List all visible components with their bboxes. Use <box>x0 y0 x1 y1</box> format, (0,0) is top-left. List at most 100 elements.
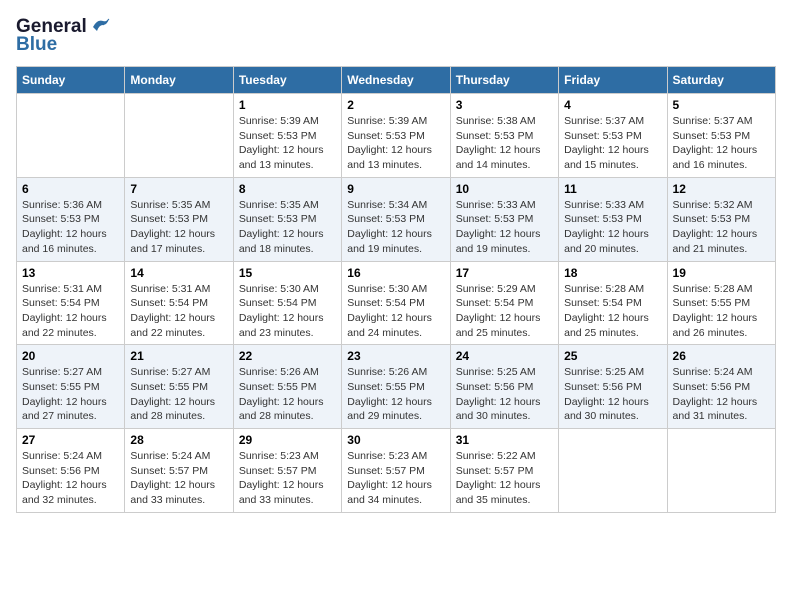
calendar-cell <box>17 94 125 178</box>
day-info: Sunrise: 5:22 AMSunset: 5:57 PMDaylight:… <box>456 449 553 508</box>
day-number: 29 <box>239 433 336 447</box>
calendar-cell: 6Sunrise: 5:36 AMSunset: 5:53 PMDaylight… <box>17 177 125 261</box>
week-row-1: 1 Sunrise: 5:39 AMSunset: 5:53 PMDaylight… <box>17 94 776 178</box>
week-row-4: 20 Sunrise: 5:27 AMSunset: 5:55 PMDayligh… <box>17 345 776 429</box>
logo-bird-icon <box>89 17 111 37</box>
day-number: 13 <box>22 266 119 280</box>
day-number: 28 <box>130 433 227 447</box>
day-number: 1 <box>239 98 336 112</box>
calendar-cell: 5Sunrise: 5:37 AMSunset: 5:53 PMDaylight… <box>667 94 775 178</box>
day-number: 4 <box>564 98 661 112</box>
day-info: Sunrise: 5:24 AMSunset: 5:56 PMDaylight:… <box>673 365 770 424</box>
day-info: Sunrise: 5:39 AMSunset: 5:53 PMDaylight:… <box>239 114 336 173</box>
calendar-cell: 29 Sunrise: 5:23 AMSunset: 5:57 PMDayligh… <box>233 429 341 513</box>
day-number: 14 <box>130 266 227 280</box>
calendar-cell: 13 Sunrise: 5:31 AMSunset: 5:54 PMDayligh… <box>17 261 125 345</box>
calendar-cell: 24 Sunrise: 5:25 AMSunset: 5:56 PMDayligh… <box>450 345 558 429</box>
day-info: Sunrise: 5:36 AMSunset: 5:53 PMDaylight:… <box>22 198 119 257</box>
day-info: Sunrise: 5:30 AMSunset: 5:54 PMDaylight:… <box>239 282 336 341</box>
day-info: Sunrise: 5:26 AMSunset: 5:55 PMDaylight:… <box>347 365 444 424</box>
day-number: 20 <box>22 349 119 363</box>
calendar-cell: 12 Sunrise: 5:32 AMSunset: 5:53 PMDayligh… <box>667 177 775 261</box>
day-number: 5 <box>673 98 770 112</box>
logo: General Blue <box>16 16 111 56</box>
column-header-wednesday: Wednesday <box>342 67 450 94</box>
day-number: 3 <box>456 98 553 112</box>
day-number: 15 <box>239 266 336 280</box>
day-number: 12 <box>673 182 770 196</box>
day-info: Sunrise: 5:31 AMSunset: 5:54 PMDaylight:… <box>22 282 119 341</box>
day-info: Sunrise: 5:27 AMSunset: 5:55 PMDaylight:… <box>130 365 227 424</box>
calendar-cell: 3 Sunrise: 5:38 AMSunset: 5:53 PMDaylight… <box>450 94 558 178</box>
day-info: Sunrise: 5:25 AMSunset: 5:56 PMDaylight:… <box>456 365 553 424</box>
day-info: Sunrise: 5:28 AMSunset: 5:55 PMDaylight:… <box>673 282 770 341</box>
calendar-cell: 23 Sunrise: 5:26 AMSunset: 5:55 PMDayligh… <box>342 345 450 429</box>
calendar-cell: 30 Sunrise: 5:23 AMSunset: 5:57 PMDayligh… <box>342 429 450 513</box>
day-number: 10 <box>456 182 553 196</box>
day-number: 9 <box>347 182 444 196</box>
day-info: Sunrise: 5:28 AMSunset: 5:54 PMDaylight:… <box>564 282 661 341</box>
day-info: Sunrise: 5:26 AMSunset: 5:55 PMDaylight:… <box>239 365 336 424</box>
column-header-friday: Friday <box>559 67 667 94</box>
calendar-cell: 25 Sunrise: 5:25 AMSunset: 5:56 PMDayligh… <box>559 345 667 429</box>
calendar-cell: 16 Sunrise: 5:30 AMSunset: 5:54 PMDayligh… <box>342 261 450 345</box>
calendar-cell: 27 Sunrise: 5:24 AMSunset: 5:56 PMDayligh… <box>17 429 125 513</box>
day-info: Sunrise: 5:35 AMSunset: 5:53 PMDaylight:… <box>130 198 227 257</box>
page-header: General Blue <box>16 16 776 56</box>
calendar-cell: 31 Sunrise: 5:22 AMSunset: 5:57 PMDayligh… <box>450 429 558 513</box>
day-number: 19 <box>673 266 770 280</box>
day-info: Sunrise: 5:23 AMSunset: 5:57 PMDaylight:… <box>239 449 336 508</box>
calendar-cell: 9 Sunrise: 5:34 AMSunset: 5:53 PMDaylight… <box>342 177 450 261</box>
day-number: 17 <box>456 266 553 280</box>
day-number: 22 <box>239 349 336 363</box>
day-info: Sunrise: 5:24 AMSunset: 5:56 PMDaylight:… <box>22 449 119 508</box>
day-number: 18 <box>564 266 661 280</box>
day-info: Sunrise: 5:25 AMSunset: 5:56 PMDaylight:… <box>564 365 661 424</box>
day-number: 25 <box>564 349 661 363</box>
calendar-cell: 26 Sunrise: 5:24 AMSunset: 5:56 PMDayligh… <box>667 345 775 429</box>
day-info: Sunrise: 5:39 AMSunset: 5:53 PMDaylight:… <box>347 114 444 173</box>
day-info: Sunrise: 5:23 AMSunset: 5:57 PMDaylight:… <box>347 449 444 508</box>
day-info: Sunrise: 5:24 AMSunset: 5:57 PMDaylight:… <box>130 449 227 508</box>
column-header-tuesday: Tuesday <box>233 67 341 94</box>
day-number: 24 <box>456 349 553 363</box>
day-number: 11 <box>564 182 661 196</box>
calendar-cell: 7 Sunrise: 5:35 AMSunset: 5:53 PMDaylight… <box>125 177 233 261</box>
calendar-cell: 14 Sunrise: 5:31 AMSunset: 5:54 PMDayligh… <box>125 261 233 345</box>
day-info: Sunrise: 5:33 AMSunset: 5:53 PMDaylight:… <box>456 198 553 257</box>
week-row-3: 13 Sunrise: 5:31 AMSunset: 5:54 PMDayligh… <box>17 261 776 345</box>
day-number: 7 <box>130 182 227 196</box>
day-number: 8 <box>239 182 336 196</box>
day-number: 23 <box>347 349 444 363</box>
calendar-cell: 4 Sunrise: 5:37 AMSunset: 5:53 PMDaylight… <box>559 94 667 178</box>
day-info: Sunrise: 5:31 AMSunset: 5:54 PMDaylight:… <box>130 282 227 341</box>
calendar-cell: 8Sunrise: 5:35 AMSunset: 5:53 PMDaylight… <box>233 177 341 261</box>
calendar-cell: 28 Sunrise: 5:24 AMSunset: 5:57 PMDayligh… <box>125 429 233 513</box>
column-header-sunday: Sunday <box>17 67 125 94</box>
day-number: 16 <box>347 266 444 280</box>
day-info: Sunrise: 5:37 AMSunset: 5:53 PMDaylight:… <box>564 114 661 173</box>
day-info: Sunrise: 5:29 AMSunset: 5:54 PMDaylight:… <box>456 282 553 341</box>
day-info: Sunrise: 5:32 AMSunset: 5:53 PMDaylight:… <box>673 198 770 257</box>
day-info: Sunrise: 5:34 AMSunset: 5:53 PMDaylight:… <box>347 198 444 257</box>
day-info: Sunrise: 5:30 AMSunset: 5:54 PMDaylight:… <box>347 282 444 341</box>
calendar-cell: 20Sunrise: 5:27 AMSunset: 5:55 PMDayligh… <box>17 345 125 429</box>
day-number: 30 <box>347 433 444 447</box>
day-number: 31 <box>456 433 553 447</box>
day-number: 21 <box>130 349 227 363</box>
calendar-cell: 19 Sunrise: 5:28 AMSunset: 5:55 PMDayligh… <box>667 261 775 345</box>
day-number: 27 <box>22 433 119 447</box>
calendar-header-row: SundayMondayTuesdayWednesdayThursdayFrid… <box>17 67 776 94</box>
calendar-cell: 17 Sunrise: 5:29 AMSunset: 5:54 PMDayligh… <box>450 261 558 345</box>
calendar-cell: 10 Sunrise: 5:33 AMSunset: 5:53 PMDayligh… <box>450 177 558 261</box>
calendar-cell: 21 Sunrise: 5:27 AMSunset: 5:55 PMDayligh… <box>125 345 233 429</box>
calendar-cell: 15 Sunrise: 5:30 AMSunset: 5:54 PMDayligh… <box>233 261 341 345</box>
day-info: Sunrise: 5:38 AMSunset: 5:53 PMDaylight:… <box>456 114 553 173</box>
day-number: 26 <box>673 349 770 363</box>
calendar-cell: 18 Sunrise: 5:28 AMSunset: 5:54 PMDayligh… <box>559 261 667 345</box>
day-number: 2 <box>347 98 444 112</box>
day-info: Sunrise: 5:33 AMSunset: 5:53 PMDaylight:… <box>564 198 661 257</box>
calendar-cell <box>125 94 233 178</box>
calendar-table: SundayMondayTuesdayWednesdayThursdayFrid… <box>16 66 776 513</box>
calendar-cell <box>667 429 775 513</box>
